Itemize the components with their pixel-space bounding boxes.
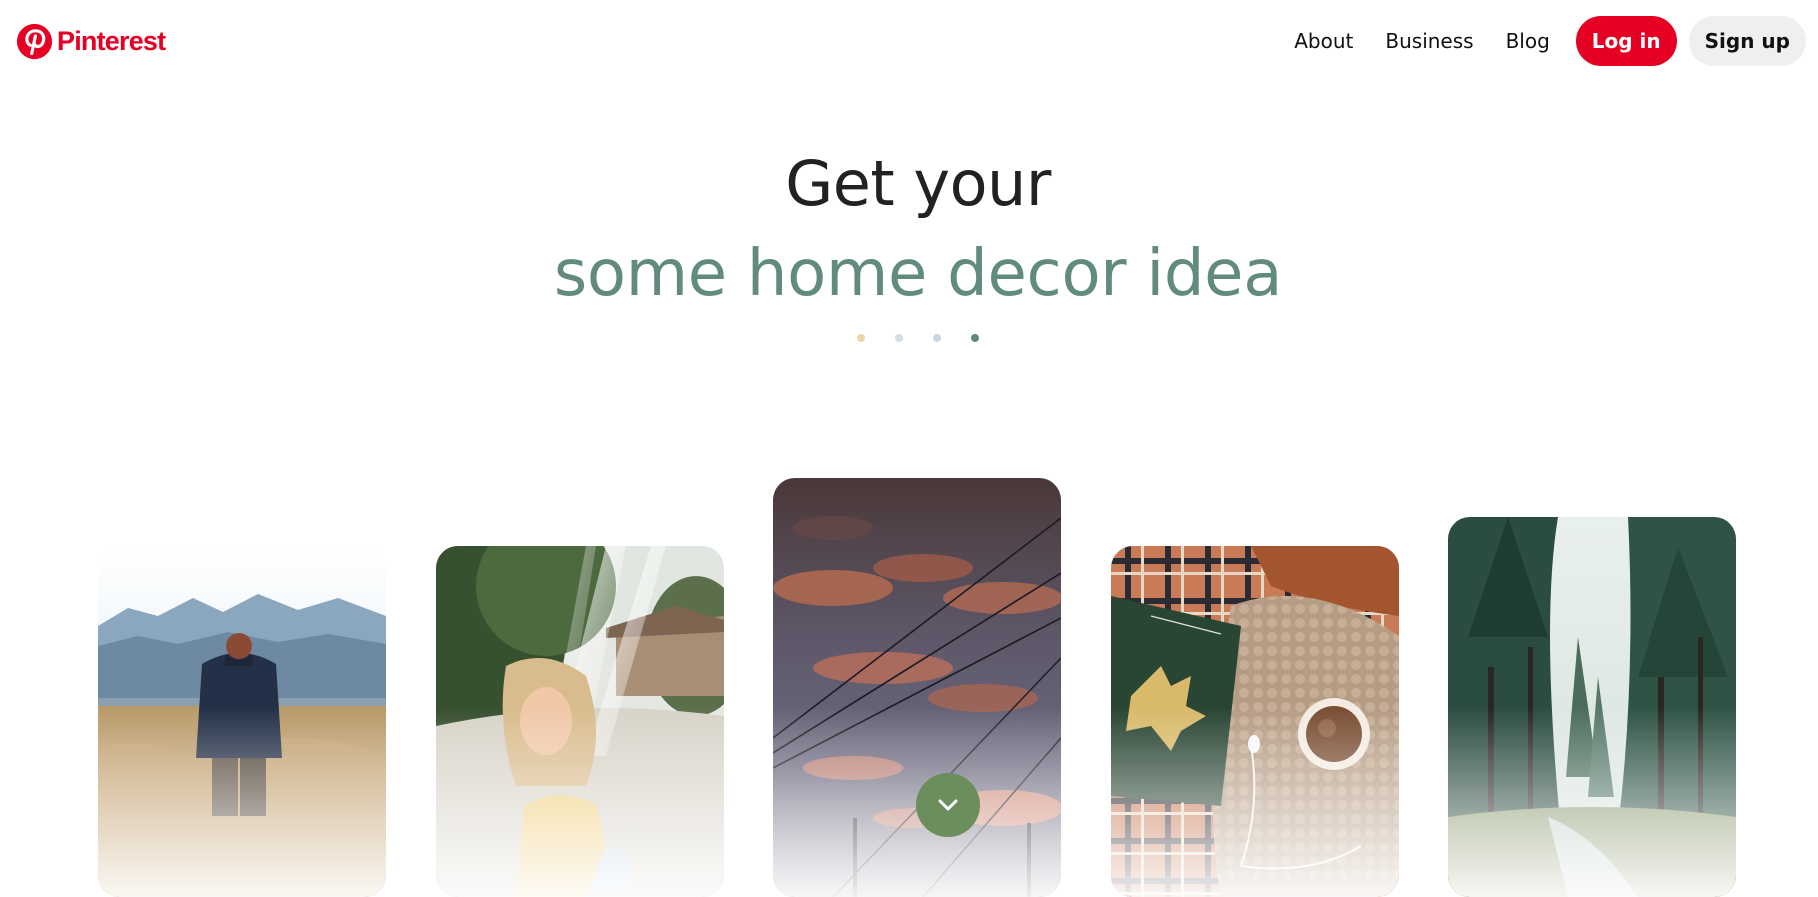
top-nav: About Business Blog Log in Sign up <box>1278 16 1806 66</box>
nav-business-link[interactable]: Business <box>1385 29 1473 53</box>
carousel-dot-3[interactable] <box>933 334 941 342</box>
pin-card-1[interactable] <box>98 546 386 897</box>
pin-card-5[interactable] <box>1448 517 1736 897</box>
hiker-field-image <box>98 546 386 897</box>
cozy-autumn-image <box>1111 546 1399 897</box>
scroll-down-button[interactable] <box>916 773 980 837</box>
pinterest-logo-icon <box>16 23 53 59</box>
pine-forest-image <box>1448 517 1736 897</box>
header: Pinterest About Business Blog Log in Sig… <box>0 0 1818 82</box>
carousel-dots <box>857 334 1009 342</box>
carousel-dot-1[interactable] <box>857 334 865 342</box>
nav-blog-link[interactable]: Blog <box>1506 29 1550 53</box>
carousel-dot-4[interactable] <box>971 334 979 342</box>
hero-heading: Get your <box>785 147 1051 220</box>
signup-button[interactable]: Sign up <box>1688 16 1806 66</box>
pin-card-3[interactable] <box>773 478 1061 897</box>
nav-about-link[interactable]: About <box>1294 29 1353 53</box>
chevron-down-icon <box>938 799 958 811</box>
pin-card-4[interactable] <box>1111 546 1399 897</box>
carousel-dot-2[interactable] <box>895 334 903 342</box>
login-button[interactable]: Log in <box>1575 16 1677 66</box>
sunset-sky-image <box>773 478 1061 897</box>
hero-subheading: some home decor idea <box>553 237 1283 311</box>
pin-card-2[interactable] <box>436 546 724 897</box>
logo-text: Pinterest <box>57 25 166 56</box>
smiling-woman-image <box>436 546 724 897</box>
pinterest-logo[interactable]: Pinterest <box>16 22 166 60</box>
